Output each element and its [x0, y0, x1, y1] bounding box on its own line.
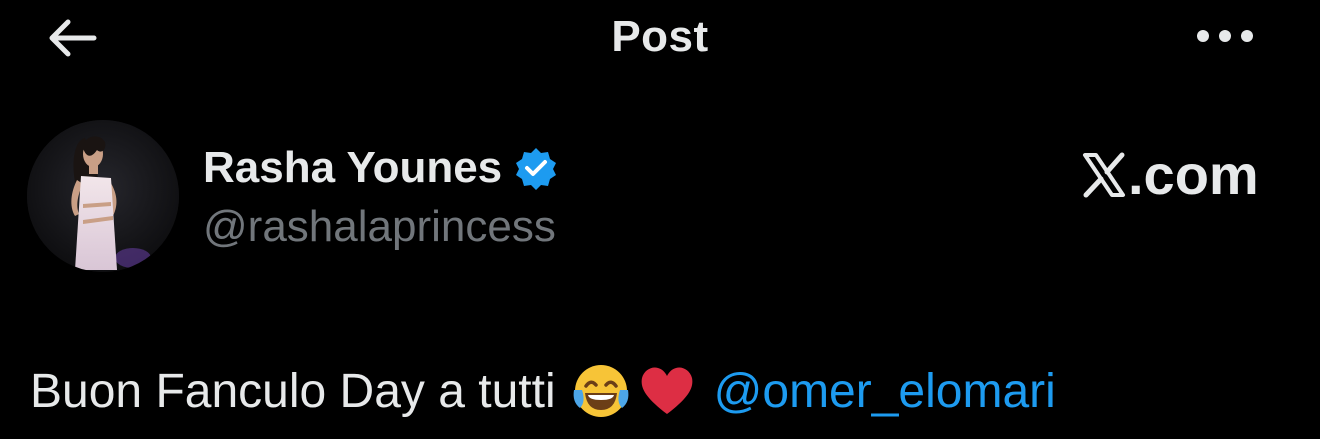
- watermark: .com: [1082, 142, 1259, 207]
- x-logo-icon: [1082, 152, 1126, 198]
- more-horizontal-icon: [1197, 30, 1253, 42]
- watermark-text: .com: [1128, 143, 1259, 206]
- tears-of-joy-emoji: [570, 360, 632, 422]
- post-text-body: Buon Fanculo Day a tutti: [30, 364, 556, 418]
- verified-badge-icon: [514, 146, 558, 190]
- mention-link[interactable]: @omer_elomari: [714, 364, 1056, 419]
- author-handle[interactable]: @rashalaprincess: [203, 202, 556, 252]
- page-title: Post: [611, 12, 709, 61]
- avatar[interactable]: [27, 120, 179, 272]
- more-options-button[interactable]: [1190, 14, 1260, 58]
- author-row: Rasha Younes: [203, 140, 558, 196]
- profile-photo: [27, 120, 179, 272]
- red-heart-emoji: [638, 364, 696, 418]
- author-name[interactable]: Rasha Younes: [203, 143, 502, 193]
- top-bar: Post: [0, 0, 1320, 80]
- post-text: Buon Fanculo Day a tutti @omer_elomari: [30, 360, 1056, 422]
